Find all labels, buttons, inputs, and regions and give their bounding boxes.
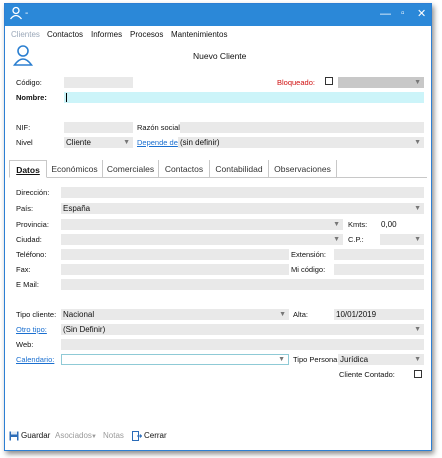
razon-social-field[interactable] <box>180 122 424 133</box>
nivel-value: Cliente <box>66 138 91 147</box>
web-field[interactable] <box>61 339 424 350</box>
menu-procesos[interactable]: Procesos <box>130 30 163 39</box>
telefono-label: Teléfono: <box>16 250 47 259</box>
pais-value: España <box>63 204 91 213</box>
close-icon[interactable]: ✕ <box>417 7 426 21</box>
title-bar: - — ▫ ✕ <box>5 4 431 26</box>
page-title: Nuevo Cliente <box>193 51 247 61</box>
minimize-icon[interactable]: — <box>380 7 391 21</box>
tab-contabilidad[interactable]: Contabilidad <box>210 160 269 178</box>
alta-date-field[interactable]: 10/01/2019 <box>334 309 424 320</box>
menu-contactos[interactable]: Contactos <box>47 30 83 39</box>
direccion-label: Dirección: <box>16 188 50 197</box>
codigo-label: Código: <box>16 78 42 87</box>
nombre-input[interactable] <box>64 92 424 103</box>
bloqueado-select[interactable]: ▼ <box>338 77 424 88</box>
chevron-down-icon: ▼ <box>414 356 421 363</box>
menu-bar: Clientes Contactos Informes Procesos Man… <box>5 28 431 42</box>
web-label: Web: <box>16 340 34 349</box>
bottom-toolbar: Guardar Asociados ▼ Notas Cerrar <box>5 430 431 444</box>
extension-field[interactable] <box>334 249 424 260</box>
tab-observaciones[interactable]: Observaciones <box>269 160 337 178</box>
chevron-down-icon: ▼ <box>333 221 340 228</box>
codigo-field[interactable] <box>64 77 133 88</box>
asociados-button[interactable]: Asociados <box>55 431 92 441</box>
tipo-cliente-value: Nacional <box>63 310 95 319</box>
maximize-icon[interactable]: ▫ <box>401 7 405 21</box>
notas-button[interactable]: Notas <box>103 431 124 441</box>
kmts-field[interactable]: 0,00 <box>378 219 424 230</box>
chevron-down-icon: ▼ <box>278 356 285 363</box>
cp-label: C.P.: <box>348 235 364 244</box>
chevron-down-icon: ▼ <box>123 139 130 146</box>
bloqueado-checkbox[interactable] <box>325 77 333 85</box>
otro-tipo-select[interactable]: (Sin Definir) ▼ <box>61 324 424 335</box>
email-label: E Mail: <box>16 280 39 289</box>
chevron-down-icon: ▼ <box>414 79 421 86</box>
extension-label: Extensión: <box>291 250 327 259</box>
chevron-down-icon: ▼ <box>414 205 421 212</box>
app-window: - — ▫ ✕ Clientes Contactos Informes Proc… <box>4 3 432 451</box>
tipo-persona-select[interactable]: Jurídica ▼ <box>338 354 424 365</box>
save-icon <box>9 431 19 444</box>
chevron-down-icon: ▼ <box>414 236 421 243</box>
alta-label: Alta: <box>293 310 309 319</box>
chevron-down-icon: ▼ <box>414 326 421 333</box>
provincia-select[interactable]: ▼ <box>61 219 343 230</box>
nif-label: NIF: <box>16 123 31 132</box>
menu-informes[interactable]: Informes <box>91 30 122 39</box>
cliente-contado-label: Cliente Contado: <box>339 370 395 379</box>
razon-social-label: Razón social: <box>137 123 183 132</box>
app-user-icon <box>9 6 23 25</box>
nif-field[interactable] <box>64 122 133 133</box>
provincia-label: Provincia: <box>16 220 49 229</box>
kmts-label: Kmts: <box>348 220 368 229</box>
tipo-persona-label: Tipo Persona: <box>293 355 340 364</box>
fax-field[interactable] <box>61 264 289 275</box>
ciudad-label: Ciudad: <box>16 235 42 244</box>
client-user-icon <box>12 44 34 68</box>
window-title: - <box>25 8 29 19</box>
menu-mantenimientos[interactable]: Mantenimientos <box>171 30 227 39</box>
calendario-select[interactable]: ▼ <box>61 354 289 365</box>
nivel-label: Nivel <box>16 138 33 147</box>
tab-contactos[interactable]: Contactos <box>159 160 210 178</box>
pais-label: País: <box>16 204 34 213</box>
otro-tipo-link[interactable]: Otro tipo: <box>16 325 47 335</box>
chevron-down-icon: ▼ <box>279 311 286 318</box>
tipo-persona-value: Jurídica <box>340 355 369 364</box>
mi-codigo-field[interactable] <box>334 264 424 275</box>
tipo-cliente-select[interactable]: Nacional ▼ <box>61 309 289 320</box>
chevron-down-icon: ▼ <box>91 434 97 440</box>
telefono-field[interactable] <box>61 249 289 260</box>
nombre-label: Nombre: <box>16 93 47 102</box>
menu-clientes[interactable]: Clientes <box>11 30 40 39</box>
cliente-contado-checkbox[interactable] <box>414 370 422 378</box>
depende-de-link[interactable]: Depende de <box>137 138 178 148</box>
tab-datos[interactable]: Datos <box>9 160 47 178</box>
otro-tipo-value: (Sin Definir) <box>63 325 106 334</box>
chevron-down-icon: ▼ <box>414 139 421 146</box>
mi-codigo-label: Mi código: <box>291 265 326 274</box>
tab-economicos[interactable]: Económicos <box>47 160 103 178</box>
guardar-button[interactable]: Guardar <box>21 431 50 441</box>
calendario-link[interactable]: Calendario: <box>16 355 54 365</box>
depende-de-select[interactable]: (sin definir) ▼ <box>178 137 424 148</box>
tab-comerciales[interactable]: Comerciales <box>103 160 159 178</box>
cp-select[interactable]: ▼ <box>380 234 424 245</box>
depende-de-value: (sin definir) <box>180 138 220 147</box>
nivel-select[interactable]: Cliente ▼ <box>64 137 133 148</box>
close-form-icon <box>132 431 143 444</box>
email-field[interactable] <box>61 279 424 290</box>
direccion-field[interactable] <box>61 187 424 198</box>
pais-select[interactable]: España ▼ <box>61 203 424 214</box>
fax-label: Fax: <box>16 265 31 274</box>
cerrar-button[interactable]: Cerrar <box>144 431 167 441</box>
ciudad-select[interactable]: ▼ <box>61 234 343 245</box>
alta-value: 10/01/2019 <box>336 310 377 319</box>
chevron-down-icon: ▼ <box>333 236 340 243</box>
tipo-cliente-label: Tipo cliente: <box>16 310 57 319</box>
bloqueado-label: Bloqueado: <box>277 78 315 87</box>
